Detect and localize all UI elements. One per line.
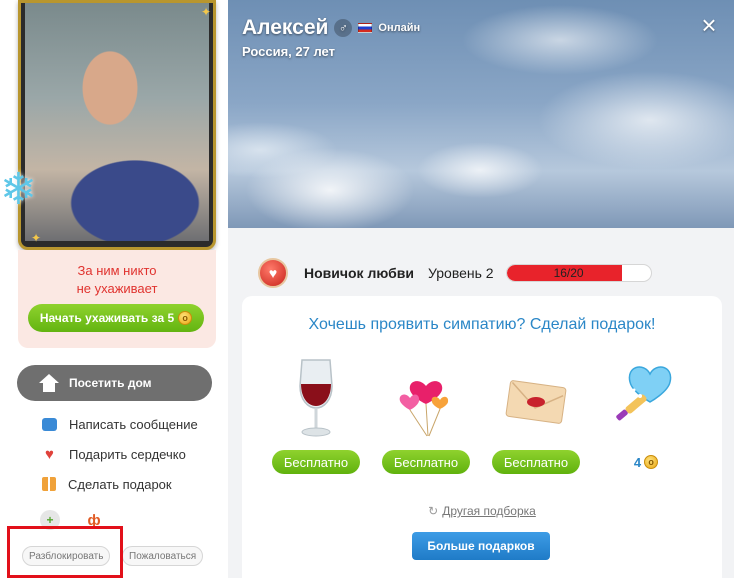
gift-item[interactable]: Бесплатно [378, 356, 474, 486]
courtship-panel: За ним никто не ухаживает Начать ухажива… [18, 250, 216, 348]
level-number: Уровень 2 [427, 265, 494, 281]
russia-flag-icon [358, 23, 373, 33]
heart-badge-icon: ♥ [258, 258, 288, 288]
gift-item[interactable]: 4 o [598, 356, 694, 486]
left-sidebar: ✦ ✦ ❄ За ним никто не ухаживает Начать у… [0, 0, 228, 578]
gift-item[interactable]: Бесплатно [488, 356, 584, 486]
gift-price-free[interactable]: Бесплатно [492, 450, 580, 474]
visit-home-button[interactable]: Посетить дом [17, 365, 212, 401]
level-progress-bar: 16/20 [505, 264, 652, 282]
avatar-frame[interactable]: ✦ ✦ [18, 0, 216, 250]
online-status: Онлайн [378, 22, 421, 34]
heart-balloons-icon [399, 381, 449, 437]
highlight-annotation [7, 526, 123, 578]
gift-price-free[interactable]: Бесплатно [272, 450, 360, 474]
courtship-status: За ним никто не ухаживает [76, 263, 158, 296]
coin-icon: o [178, 311, 193, 325]
profile-header: Алексей ♂ Онлайн [242, 16, 420, 40]
profile-location-age: Россия, 27 лет [242, 44, 335, 59]
home-icon [39, 374, 59, 392]
gift-panel: Хочешь проявить симпатию? Сделай подарок… [242, 296, 722, 578]
avatar[interactable] [25, 3, 209, 241]
level-title: Новичок любви [304, 265, 414, 281]
snowflake-icon: ❄ [0, 165, 37, 214]
gift-item[interactable]: Бесплатно [268, 356, 364, 486]
heart-champagne-icon [616, 366, 672, 421]
coin-icon: o [644, 455, 659, 469]
love-level-row: ♥ Новичок любви Уровень 2 16/20 [258, 258, 652, 288]
more-gifts-button[interactable]: Больше подарков [412, 532, 550, 560]
give-heart-link[interactable]: ♥ Подарить сердечко [42, 444, 186, 464]
report-button[interactable]: Пожаловаться [122, 546, 204, 566]
main-content: ♥ Новичок любви Уровень 2 16/20 Хочешь п… [228, 228, 734, 578]
refresh-icon: ↻ [428, 504, 439, 518]
gift-icon [42, 477, 56, 491]
wine-glass-icon [299, 359, 333, 437]
gift-heading: Хочешь проявить симпатию? Сделай подарок… [308, 316, 656, 333]
profile-name: Алексей [242, 16, 329, 39]
message-icon [42, 417, 57, 431]
gift-price-coins[interactable]: 4 o [602, 450, 690, 474]
level-progress-text: 16/20 [553, 266, 584, 280]
gift-price-free[interactable]: Бесплатно [382, 450, 470, 474]
other-selection-link[interactable]: ↻ Другая подборка [242, 504, 722, 518]
star-decoration-icon: ✦ [31, 231, 42, 245]
kiss-envelope-icon [505, 380, 567, 424]
star-decoration-icon: ✦ [200, 5, 211, 19]
heart-icon: ♥ [45, 445, 54, 463]
close-icon[interactable]: × [698, 12, 720, 38]
male-symbol-icon: ♂ [334, 19, 353, 37]
send-message-link[interactable]: Написать сообщение [42, 414, 198, 434]
make-gift-link[interactable]: Сделать подарок [42, 474, 172, 494]
start-courting-button[interactable]: Начать ухаживать за 5 o [28, 304, 204, 332]
